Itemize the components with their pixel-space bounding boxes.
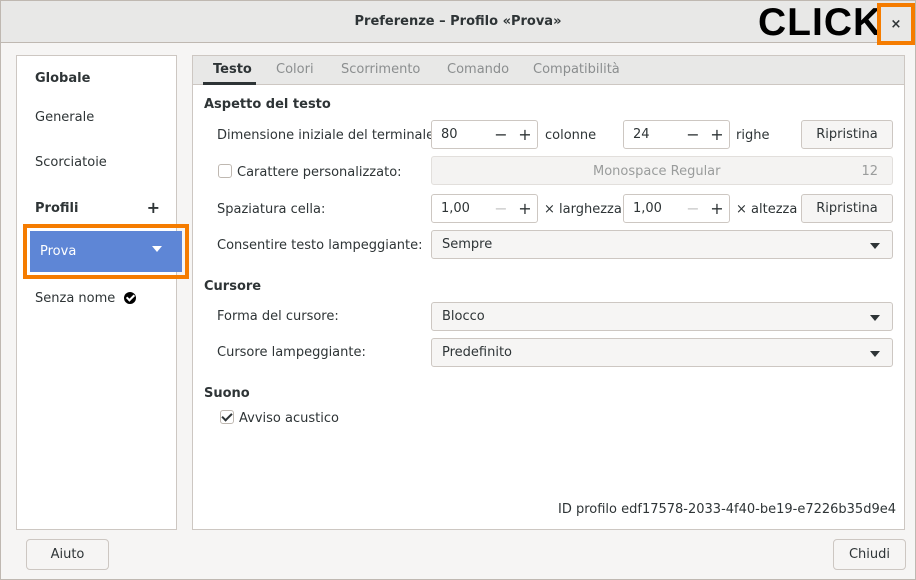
font-chooser-button: Monospace Regular 12	[431, 156, 893, 185]
height-spacing-spinner[interactable]: 1,00 − +	[623, 194, 730, 223]
blink-text-value: Sempre	[442, 237, 493, 252]
columns-spinner[interactable]: 80 − +	[431, 120, 538, 149]
width-increment-icon[interactable]: +	[513, 195, 537, 223]
custom-font-option[interactable]: Carattere personalizzato:	[218, 164, 402, 180]
width-spacing-value[interactable]: 1,00	[432, 201, 489, 216]
initial-size-label: Dimensione iniziale del terminale:	[217, 128, 439, 143]
cursor-shape-dropdown[interactable]: Blocco	[431, 302, 893, 331]
cursor-blink-dropdown[interactable]: Predefinito	[431, 338, 893, 367]
active-tab-indicator	[203, 82, 256, 85]
bell-label: Avviso acustico	[239, 411, 339, 426]
rows-spinner[interactable]: 24 − +	[623, 120, 730, 149]
cursor-shape-value: Blocco	[442, 309, 485, 324]
sidebar-profile-default[interactable]: Senza nome	[17, 276, 176, 320]
cursor-shape-label: Forma del cursore:	[217, 309, 339, 324]
height-increment-icon[interactable]: +	[705, 195, 729, 223]
profile-id: ID profilo edf17578-2033-4f40-be19-e7226…	[557, 502, 896, 517]
dropdown-arrow-icon	[870, 351, 880, 357]
header-bar: Preferenze – Profilo «Prova» CLICK	[1, 1, 915, 44]
text-appearance-heading: Aspetto del testo	[204, 97, 331, 112]
width-spacing-spinner[interactable]: 1,00 − +	[431, 194, 538, 223]
close-icon: ×	[890, 16, 902, 32]
tab-colors[interactable]: Colori	[276, 62, 314, 77]
profile-label: Senza nome	[35, 290, 116, 306]
rows-value[interactable]: 24	[624, 127, 681, 142]
bell-option[interactable]: Avviso acustico	[220, 410, 339, 426]
bell-checkbox[interactable]	[220, 410, 234, 424]
font-name: Monospace Regular	[593, 164, 721, 179]
cell-spacing-label: Spaziatura cella:	[217, 202, 326, 217]
dropdown-arrow-icon	[870, 315, 880, 321]
profile-menu-caret-icon[interactable]	[152, 246, 162, 252]
sidebar-item-general[interactable]: Generale	[17, 95, 176, 139]
columns-unit: colonne	[545, 128, 597, 143]
tab-scrolling[interactable]: Scorrimento	[341, 62, 420, 77]
rows-decrement-icon[interactable]: −	[681, 121, 705, 149]
custom-font-label: Carattere personalizzato:	[237, 165, 402, 180]
height-decrement-icon[interactable]: −	[681, 195, 705, 223]
close-dialog-button[interactable]: Chiudi	[833, 539, 906, 570]
font-size: 12	[861, 164, 878, 179]
tab-text[interactable]: Testo	[213, 62, 252, 77]
columns-decrement-icon[interactable]: −	[489, 121, 513, 149]
sidebar-item-shortcuts[interactable]: Scorciatoie	[17, 140, 176, 184]
cursor-blink-label: Cursore lampeggiante:	[217, 345, 366, 360]
width-decrement-icon[interactable]: −	[489, 195, 513, 223]
profile-settings-panel: Testo Colori Scorrimento Comando Compati…	[192, 55, 905, 530]
add-profile-icon[interactable]: +	[147, 198, 160, 217]
profile-label: Prova	[40, 244, 77, 259]
width-unit: × larghezza	[544, 202, 622, 217]
default-profile-check-icon	[124, 292, 137, 304]
sidebar-heading-global: Globale	[35, 70, 91, 86]
sidebar: Globale Generale Scorciatoie Profili + S…	[16, 55, 177, 530]
blink-text-dropdown[interactable]: Sempre	[431, 230, 893, 259]
columns-value[interactable]: 80	[432, 127, 489, 142]
sound-heading: Suono	[204, 386, 250, 401]
close-button[interactable]: ×	[877, 3, 915, 45]
tab-compatibility[interactable]: Compatibilità	[533, 62, 620, 77]
rows-unit: righe	[736, 128, 770, 143]
rows-increment-icon[interactable]: +	[705, 121, 729, 149]
custom-font-checkbox[interactable]	[218, 164, 232, 178]
click-annotation: CLICK	[758, 1, 883, 44]
tab-bar: Testo Colori Scorrimento Comando Compati…	[193, 56, 904, 85]
cursor-heading: Cursore	[204, 279, 262, 294]
sidebar-profile-selected[interactable]: Prova	[30, 231, 182, 272]
height-unit: × altezza	[736, 202, 798, 217]
reset-spacing-button[interactable]: Ripristina	[801, 194, 893, 223]
height-spacing-value[interactable]: 1,00	[624, 201, 681, 216]
preferences-window: Preferenze – Profilo «Prova» CLICK × Glo…	[0, 0, 916, 580]
reset-size-button[interactable]: Ripristina	[801, 120, 893, 149]
dropdown-arrow-icon	[870, 243, 880, 249]
blink-text-label: Consentire testo lampeggiante:	[217, 238, 423, 253]
help-button[interactable]: Aiuto	[26, 539, 109, 570]
tab-command[interactable]: Comando	[447, 62, 509, 77]
cursor-blink-value: Predefinito	[442, 345, 513, 360]
profiles-heading-label: Profili	[35, 200, 79, 216]
columns-increment-icon[interactable]: +	[513, 121, 537, 149]
